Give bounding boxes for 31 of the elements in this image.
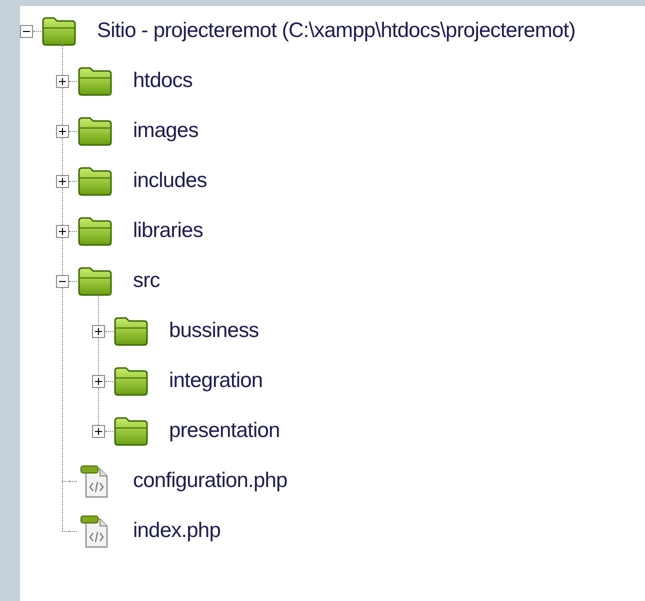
folder-icon (113, 416, 149, 446)
folder-icon (77, 266, 113, 296)
tree-item-label[interactable]: bussiness (169, 319, 259, 343)
expand-toggle[interactable] (92, 324, 105, 338)
tree-item-label[interactable]: includes (133, 169, 207, 193)
tree-item-label[interactable]: libraries (133, 219, 203, 243)
php-file-icon (80, 513, 110, 549)
expand-toggle[interactable] (92, 424, 105, 438)
tree-item-label[interactable]: images (133, 119, 198, 143)
folder-icon (77, 166, 113, 196)
tree-item-label[interactable]: src (133, 269, 160, 293)
tree-item-label[interactable]: integration (169, 369, 263, 393)
folder-icon (113, 316, 149, 346)
folder-icon (113, 366, 149, 396)
php-file-icon (80, 463, 110, 499)
folder-icon (77, 66, 113, 96)
tree-item-label[interactable]: Sitio - projecteremot (C:\xampp\htdocs\projecteremot) (97, 19, 576, 43)
expand-toggle[interactable] (56, 224, 69, 238)
expand-toggle[interactable] (56, 74, 69, 88)
tree-item-label[interactable]: configuration.php (133, 469, 288, 493)
folder-icon (77, 216, 113, 246)
folder-icon (77, 116, 113, 146)
tree-item-label[interactable]: index.php (133, 519, 220, 543)
collapse-toggle[interactable] (20, 24, 33, 38)
expand-toggle[interactable] (56, 124, 69, 138)
tree-item-label[interactable]: presentation (169, 419, 280, 443)
folder-icon (41, 16, 77, 46)
expand-toggle[interactable] (92, 374, 105, 388)
tree-item-label[interactable]: htdocs (133, 69, 192, 93)
expand-toggle[interactable] (56, 174, 69, 188)
collapse-toggle[interactable] (56, 274, 69, 288)
